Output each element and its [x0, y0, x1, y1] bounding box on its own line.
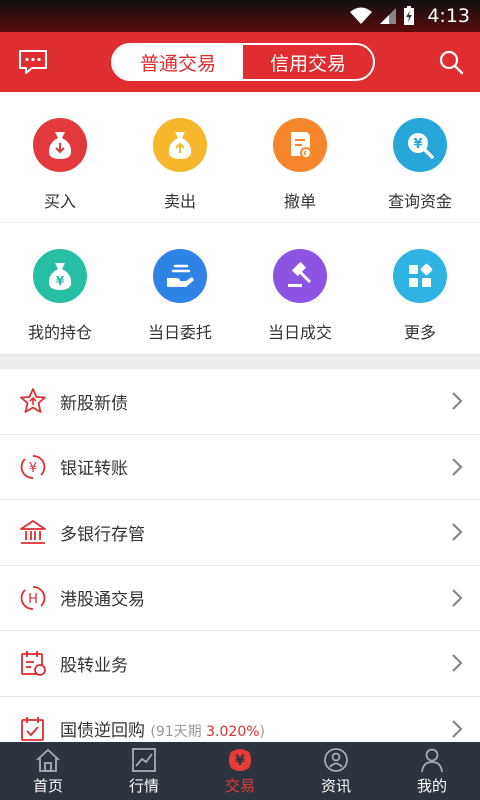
action-label: 卖出 — [163, 192, 196, 211]
svg-text:¥: ¥ — [56, 274, 65, 288]
action-more[interactable]: 更多 — [360, 223, 480, 354]
svg-text:¥: ¥ — [29, 461, 37, 476]
yuan-transfer-icon: ¥ — [18, 452, 48, 482]
tab-label: 资讯 — [320, 776, 351, 795]
bank-icon — [18, 517, 48, 547]
wifi-icon — [350, 7, 373, 24]
list-item-label: 银证转账 — [60, 459, 128, 480]
tab-mine[interactable]: 我的 — [384, 742, 480, 800]
tab-home[interactable]: 首页 — [0, 742, 96, 800]
list-item-bank-transfer[interactable]: ¥ 银证转账 — [0, 435, 480, 500]
header: 普通交易 信用交易 — [0, 32, 480, 92]
gavel-icon — [273, 249, 327, 303]
repo-term-prefix: (91天期 — [150, 724, 207, 741]
chevron-right-icon — [452, 654, 463, 673]
tab-label: 交易 — [224, 776, 255, 795]
user-icon — [421, 748, 443, 772]
action-fund-query[interactable]: ¥ 查询资金 — [360, 92, 480, 222]
search-icon[interactable] — [438, 49, 464, 75]
action-holdings[interactable]: ¥ 我的持仓 — [0, 223, 120, 354]
list-item-label: 国债逆回购 (91天期 3.020%) — [60, 716, 450, 741]
list-item-label: 多银行存管 — [60, 524, 145, 545]
action-sell[interactable]: 卖出 — [120, 92, 240, 222]
calendar-check-icon — [18, 714, 48, 744]
action-label: 更多 — [403, 323, 436, 342]
section-divider — [0, 355, 480, 369]
repo-term-suffix: ) — [259, 724, 265, 741]
action-today-deal[interactable]: 当日成交 — [240, 223, 360, 354]
action-label: 买入 — [43, 192, 76, 211]
tab-market[interactable]: 行情 — [96, 742, 192, 800]
action-label: 当日成交 — [267, 323, 332, 342]
trade-icon: ¥ — [229, 748, 251, 771]
chevron-right-icon — [452, 588, 463, 607]
quick-action-grid: 买入 卖出 撤单 ¥ 查询资金 ¥ 我的持仓 当日委托 当日成交 更多 — [0, 92, 480, 355]
list-item-hk-connect[interactable]: H 港股通交易 — [0, 566, 480, 631]
status-bar: 4:13 — [0, 0, 480, 32]
action-today-entrust[interactable]: 当日委托 — [120, 223, 240, 354]
cancel-order-icon — [273, 118, 327, 172]
star-up-icon — [18, 386, 48, 416]
money-bag-down-icon — [33, 118, 87, 172]
entrust-icon — [153, 249, 207, 303]
action-label: 撤单 — [283, 192, 316, 211]
list-item-multi-bank[interactable]: 多银行存管 — [0, 500, 480, 566]
chart-icon — [132, 747, 156, 772]
service-list: 新股新债 ¥ 银证转账 多银行存管 H 港股通交易 股转业务 国债逆回购 (91… — [0, 369, 480, 762]
battery-icon — [404, 6, 415, 25]
action-buy[interactable]: 买入 — [0, 92, 120, 222]
svg-text:¥: ¥ — [235, 753, 245, 769]
hk-icon: H — [18, 583, 48, 613]
action-label: 查询资金 — [387, 192, 452, 211]
list-item-label: 港股通交易 — [60, 590, 145, 611]
tab-normal-trade[interactable]: 普通交易 — [113, 45, 243, 79]
status-time: 4:13 — [427, 5, 470, 27]
chevron-right-icon — [452, 719, 463, 738]
svg-text:H: H — [28, 592, 38, 607]
money-bag-up-icon — [153, 118, 207, 172]
svg-text:¥: ¥ — [413, 137, 422, 152]
tab-label: 行情 — [128, 776, 159, 795]
tab-news[interactable]: 资讯 — [288, 742, 384, 800]
home-icon — [36, 748, 60, 772]
tab-label: 我的 — [416, 776, 447, 795]
tab-credit-trade[interactable]: 信用交易 — [243, 45, 373, 79]
trade-type-switch: 普通交易 信用交易 — [111, 43, 375, 81]
list-item-share-transfer[interactable]: 股转业务 — [0, 631, 480, 697]
list-item-label: 新股新债 — [60, 393, 128, 414]
chevron-right-icon — [452, 523, 463, 542]
tab-label: 首页 — [32, 776, 63, 795]
action-label: 我的持仓 — [27, 323, 92, 342]
repo-rate: 3.020% — [206, 724, 260, 741]
reverse-repo-title: 国债逆回购 — [60, 721, 145, 742]
bottom-tab-bar: 首页 行情 ¥ 交易 资讯 我的 — [0, 742, 480, 800]
list-item-label: 股转业务 — [60, 655, 128, 676]
tab-trade[interactable]: ¥ 交易 — [192, 742, 288, 800]
fund-query-icon: ¥ — [393, 118, 447, 172]
calendar-icon — [18, 648, 48, 678]
message-icon[interactable] — [18, 49, 48, 75]
chevron-right-icon — [452, 392, 463, 411]
holdings-icon: ¥ — [33, 249, 87, 303]
news-icon — [324, 747, 348, 772]
action-cancel-order[interactable]: 撤单 — [240, 92, 360, 222]
action-label: 当日委托 — [147, 323, 212, 342]
list-item-new-stock[interactable]: 新股新债 — [0, 369, 480, 435]
repo-term: (91天期 3.020%) — [150, 724, 265, 740]
chevron-right-icon — [452, 457, 463, 476]
signal-icon — [380, 8, 397, 24]
more-apps-icon — [393, 249, 447, 303]
